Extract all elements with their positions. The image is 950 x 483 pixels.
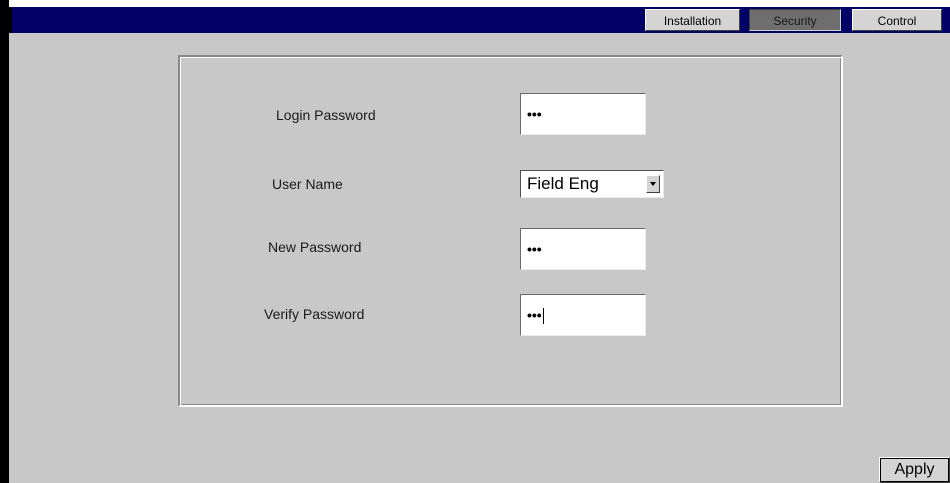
user-name-selected-value: Field Eng — [527, 174, 599, 193]
verify-password-value: ••• — [527, 307, 542, 323]
verify-password-label: Verify Password — [264, 306, 365, 322]
chevron-down-icon[interactable] — [646, 175, 660, 193]
tab-installation[interactable]: Installation — [645, 9, 740, 31]
login-password-field[interactable]: ••• — [520, 93, 646, 135]
login-password-label: Login Password — [276, 107, 376, 123]
user-name-label: User Name — [272, 176, 343, 192]
user-name-select[interactable]: Field Eng — [520, 170, 664, 198]
text-caret — [542, 308, 544, 325]
new-password-label: New Password — [268, 239, 362, 255]
left-border — [0, 0, 9, 483]
new-password-value: ••• — [527, 241, 542, 257]
app-window: Installation Security Control Login Pass… — [0, 0, 950, 483]
new-password-field[interactable]: ••• — [520, 228, 646, 270]
tab-control[interactable]: Control — [852, 9, 942, 31]
top-border — [9, 0, 950, 7]
tab-security[interactable]: Security — [749, 9, 841, 31]
login-password-value: ••• — [527, 106, 542, 122]
apply-button[interactable]: Apply — [879, 457, 950, 483]
verify-password-field[interactable]: ••• — [520, 294, 646, 336]
